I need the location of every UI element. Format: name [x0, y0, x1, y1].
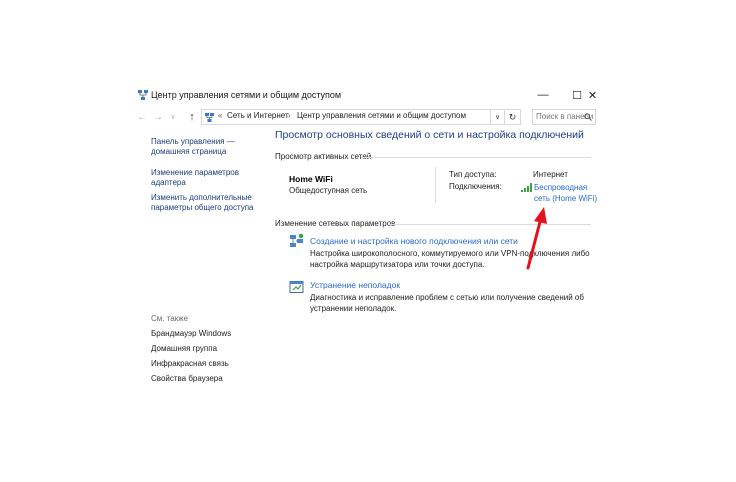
troubleshoot-icon [289, 281, 304, 293]
refresh-icon: ↻ [508, 111, 517, 122]
recent-locations-button[interactable]: ∨ [166, 109, 180, 125]
minimize-button[interactable]: — [526, 83, 560, 107]
control-panel-home-line1: Панель управления — [151, 137, 235, 146]
active-networks-heading: Просмотр активных сетей [275, 152, 372, 161]
control-panel-home-line2: домашняя страница [151, 147, 227, 156]
network-info-separator [435, 167, 436, 203]
chevron-down-icon: ∨ [494, 114, 501, 121]
network-setup-icon [290, 233, 304, 247]
connections-label: Подключения: [449, 182, 502, 191]
control-panel-home-link[interactable]: Панель управления — домашняя страница [151, 137, 235, 157]
see-also-browser-properties-link[interactable]: Свойства браузера [151, 374, 223, 383]
breadcrumb-network-internet[interactable]: Сеть и Интернет [227, 111, 289, 120]
search-icon [584, 113, 592, 121]
address-dropdown-button[interactable]: ∨ [491, 109, 505, 125]
change-settings-heading: Изменение сетевых параметров [275, 219, 396, 228]
wireless-connection-line2: сеть (Home WiFi) [534, 194, 598, 203]
see-also-heading: См. также [151, 314, 189, 323]
forward-arrow-icon: → [153, 111, 163, 123]
up-arrow-icon: ↑ [189, 111, 195, 123]
breadcrumb-separator-icon[interactable]: › [288, 111, 291, 120]
navigation-bar: ← → ∨ ↑ « Сеть и Интернет › Центр управл… [133, 107, 601, 127]
advanced-sharing-line2: параметры общего доступа [151, 203, 254, 212]
network-center-icon [138, 90, 148, 100]
page-title: Просмотр основных сведений о сети и наст… [275, 129, 584, 141]
minimize-icon: — [537, 89, 549, 101]
address-bar[interactable]: « Сеть и Интернет › Центр управления сет… [201, 109, 491, 125]
see-also-windows-firewall-link[interactable]: Брандмауэр Windows [151, 329, 231, 338]
troubleshoot-problems-description: Диагностика и исправление проблем с сеть… [310, 292, 584, 314]
up-button[interactable]: ↑ [185, 109, 199, 125]
access-type-value: Интернет [533, 170, 568, 179]
window-title: Центр управления сетями и общим доступом [151, 90, 342, 100]
back-button[interactable]: ← [135, 109, 149, 125]
troubleshoot-desc-line2: устранении неполадок. [310, 304, 397, 313]
forward-button[interactable]: → [151, 109, 165, 125]
back-arrow-icon: ← [137, 111, 147, 123]
maximize-icon: ☐ [572, 89, 582, 102]
troubleshoot-desc-line1: Диагностика и исправление проблем с сеть… [310, 293, 584, 302]
breadcrumb-overflow[interactable]: « [218, 111, 222, 120]
change-adapter-line2: адаптера [151, 178, 186, 187]
setup-new-connection-link[interactable]: Создание и настройка нового подключения … [310, 236, 518, 246]
see-also-infrared-link[interactable]: Инфракрасная связь [151, 359, 229, 368]
network-category: Общедоступная сеть [289, 186, 368, 195]
change-settings-divider [389, 224, 591, 225]
access-type-label: Тип доступа: [449, 170, 497, 179]
close-button[interactable]: ✕ [584, 83, 601, 107]
wireless-connection-link[interactable]: Беспроводная сеть (Home WiFi) [534, 182, 597, 204]
close-icon: ✕ [587, 89, 598, 102]
search-input[interactable]: Поиск в панели [532, 109, 596, 125]
change-adapter-settings-link[interactable]: Изменение параметров адаптера [151, 168, 239, 188]
troubleshoot-problems-link[interactable]: Устранение неполадок [310, 280, 400, 290]
advanced-sharing-settings-link[interactable]: Изменить дополнительные параметры общего… [151, 193, 254, 213]
annotation-arrow-icon [526, 207, 547, 270]
active-networks-divider [361, 157, 591, 158]
control-panel-icon [205, 113, 214, 122]
wireless-connection-line1: Беспроводная [534, 183, 588, 192]
refresh-button[interactable]: ↻ [505, 109, 521, 125]
wifi-signal-icon [521, 183, 532, 192]
chevron-down-icon: ∨ [170, 114, 176, 121]
title-bar[interactable]: Центр управления сетями и общим доступом… [133, 83, 601, 107]
breadcrumb-network-center[interactable]: Центр управления сетями и общим доступом [297, 111, 466, 120]
network-name: Home WiFi [289, 174, 333, 184]
see-also-homegroup-link[interactable]: Домашняя группа [151, 344, 217, 353]
change-adapter-line1: Изменение параметров [151, 168, 239, 177]
advanced-sharing-line1: Изменить дополнительные [151, 193, 252, 202]
